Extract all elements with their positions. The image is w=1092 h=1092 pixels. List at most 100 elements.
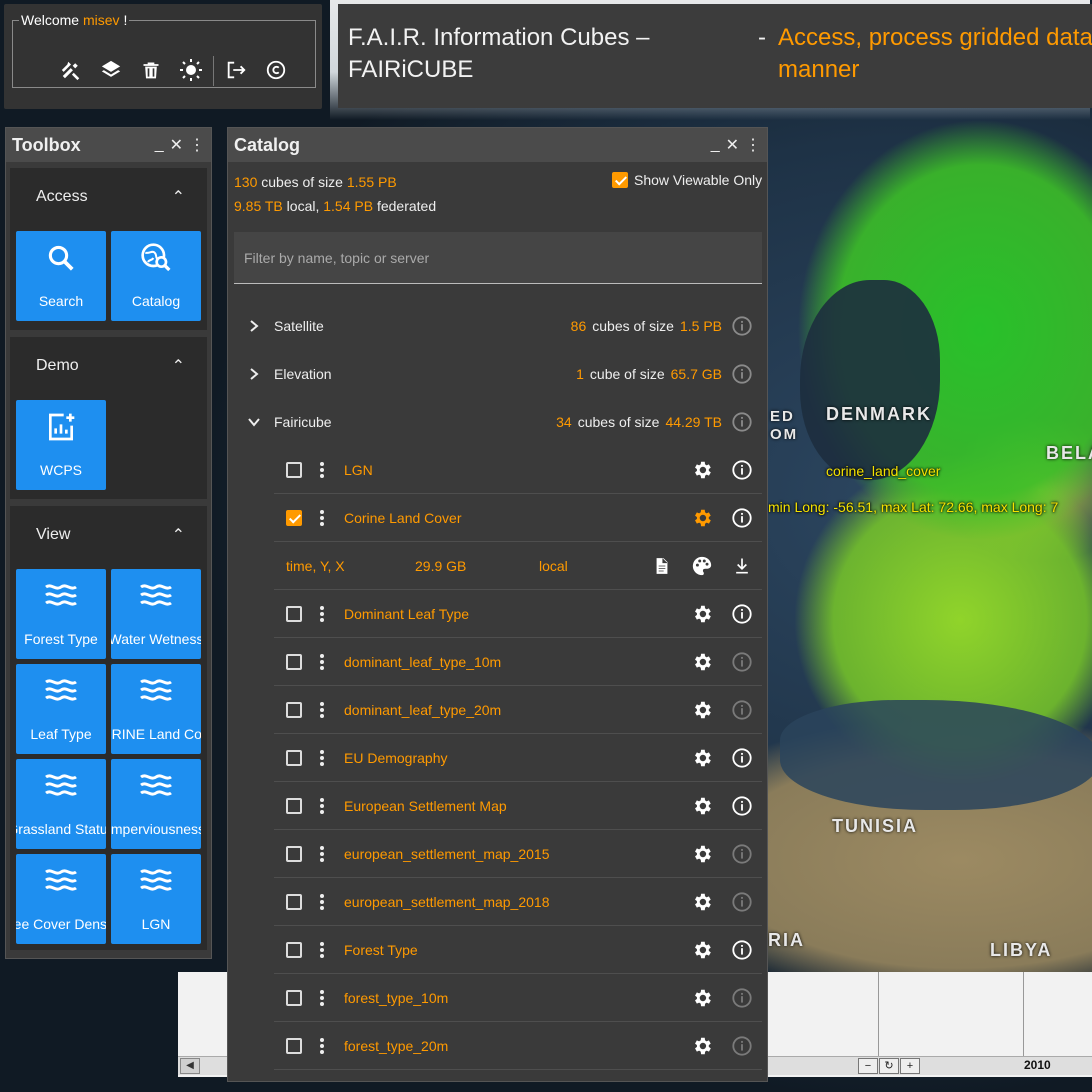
tile-imperviousness[interactable]: Imperviousness — [111, 759, 201, 849]
download-icon[interactable] — [722, 555, 762, 577]
chevron-up-icon[interactable]: ⌃ — [172, 187, 185, 207]
info-icon[interactable] — [722, 603, 762, 625]
item-checkbox[interactable] — [286, 989, 302, 1006]
item-name[interactable]: LGN — [330, 462, 682, 478]
item-name[interactable]: european_settlement_map_2015 — [330, 846, 682, 862]
gear-icon[interactable] — [682, 459, 722, 481]
tools-icon[interactable] — [51, 56, 91, 84]
gear-icon[interactable] — [682, 603, 722, 625]
more-vert-icon[interactable] — [314, 893, 330, 911]
gear-icon[interactable] — [682, 987, 722, 1009]
chevron-right-icon[interactable] — [234, 319, 274, 333]
timeline-left-arrow-icon[interactable]: ◀ — [180, 1058, 200, 1074]
minimize-icon[interactable]: _ — [155, 136, 164, 154]
gear-icon[interactable] — [682, 507, 722, 529]
gear-icon[interactable] — [682, 1035, 722, 1057]
catalog-item-corine-land-cover[interactable]: Corine Land Cover — [274, 494, 762, 542]
info-icon[interactable] — [722, 651, 762, 673]
gear-icon[interactable] — [682, 795, 722, 817]
info-icon[interactable] — [722, 411, 762, 433]
info-icon[interactable] — [722, 1035, 762, 1057]
show-viewable-checkbox[interactable] — [612, 172, 628, 188]
item-checkbox[interactable] — [286, 461, 302, 478]
logout-icon[interactable] — [216, 56, 256, 84]
tile-forest-type[interactable]: Forest Type — [16, 569, 106, 659]
tile-lgn[interactable]: LGN — [111, 854, 201, 944]
chevron-up-icon[interactable]: ⌃ — [172, 525, 185, 545]
catalog-group-fairicube[interactable]: Fairicube 34 cubes of size 44.29 TB — [234, 398, 762, 446]
more-vert-icon[interactable] — [314, 701, 330, 719]
section-header-demo[interactable]: Demo ⌃ — [10, 337, 207, 395]
item-checkbox[interactable] — [286, 893, 302, 910]
more-vert-icon[interactable] — [314, 989, 330, 1007]
chevron-right-icon[interactable] — [234, 367, 274, 381]
more-vert-icon[interactable] — [314, 509, 330, 527]
item-checkbox[interactable] — [286, 1037, 302, 1054]
info-icon[interactable] — [722, 891, 762, 913]
catalog-item-eu-demography[interactable]: EU Demography — [274, 734, 762, 782]
info-icon[interactable] — [722, 315, 762, 337]
catalog-filter[interactable] — [234, 232, 762, 284]
gear-icon[interactable] — [682, 891, 722, 913]
catalog-item-forest-type[interactable]: Forest Type — [274, 926, 762, 974]
tile-catalog[interactable]: Catalog — [111, 231, 201, 321]
item-checkbox[interactable] — [286, 653, 302, 670]
catalog-item-dominant-leaf-type[interactable]: Dominant Leaf Type — [274, 590, 762, 638]
more-vert-icon[interactable]: ⋮ — [189, 135, 205, 155]
timeline-zoom-out-icon[interactable]: − — [858, 1058, 878, 1074]
item-name[interactable]: dominant_leaf_type_20m — [330, 702, 682, 718]
copyright-icon[interactable] — [256, 56, 296, 84]
close-icon[interactable]: ✕ — [170, 135, 183, 155]
info-icon[interactable] — [722, 699, 762, 721]
catalog-group-elevation[interactable]: Elevation 1 cube of size 65.7 GB — [234, 350, 762, 398]
item-checkbox[interactable] — [286, 701, 302, 718]
more-vert-icon[interactable] — [314, 605, 330, 623]
gear-icon[interactable] — [682, 699, 722, 721]
item-name[interactable]: dominant_leaf_type_10m — [330, 654, 682, 670]
more-vert-icon[interactable] — [314, 1037, 330, 1055]
gear-icon[interactable] — [682, 747, 722, 769]
close-icon[interactable]: ✕ — [726, 135, 739, 155]
more-vert-icon[interactable] — [314, 749, 330, 767]
minimize-icon[interactable]: _ — [711, 136, 720, 154]
show-viewable-toggle[interactable]: Show Viewable Only — [612, 172, 762, 188]
item-name[interactable]: EU Demography — [330, 750, 682, 766]
info-icon[interactable] — [722, 363, 762, 385]
info-icon[interactable] — [722, 459, 762, 481]
item-name[interactable]: Forest Type — [330, 942, 682, 958]
catalog-titlebar[interactable]: Catalog _ ✕ ⋮ — [228, 128, 767, 162]
item-checkbox[interactable] — [286, 509, 302, 526]
item-name[interactable]: european_settlement_map_2018 — [330, 894, 682, 910]
chevron-up-icon[interactable]: ⌃ — [172, 356, 185, 376]
layers-icon[interactable] — [91, 56, 131, 84]
item-checkbox[interactable] — [286, 749, 302, 766]
chevron-down-icon[interactable] — [234, 415, 274, 429]
tile-corine-land-cover[interactable]: CORINE Land Cover — [111, 664, 201, 754]
item-checkbox[interactable] — [286, 941, 302, 958]
tile-grassland-status[interactable]: Grassland Status — [16, 759, 106, 849]
info-icon[interactable] — [722, 843, 762, 865]
document-icon[interactable] — [642, 555, 682, 577]
item-name[interactable]: forest_type_20m — [330, 1038, 682, 1054]
more-vert-icon[interactable] — [314, 797, 330, 815]
section-header-access[interactable]: Access ⌃ — [10, 168, 207, 226]
info-icon[interactable] — [722, 795, 762, 817]
gear-icon[interactable] — [682, 939, 722, 961]
more-vert-icon[interactable] — [314, 941, 330, 959]
info-icon[interactable] — [722, 747, 762, 769]
tile-wcps[interactable]: WCPS — [16, 400, 106, 490]
item-name[interactable]: Dominant Leaf Type — [330, 606, 682, 622]
catalog-item-dominant-leaf-type-20m[interactable]: dominant_leaf_type_20m — [274, 686, 762, 734]
catalog-item-european-settlement-map-2018[interactable]: european_settlement_map_2018 — [274, 878, 762, 926]
catalog-item-european-settlement-map[interactable]: European Settlement Map — [274, 782, 762, 830]
item-name[interactable]: European Settlement Map — [330, 798, 682, 814]
toolbox-titlebar[interactable]: Toolbox _ ✕ ⋮ — [6, 128, 211, 162]
timeline-reset-icon[interactable]: ↻ — [879, 1058, 899, 1074]
catalog-group-satellite[interactable]: Satellite 86 cubes of size 1.5 PB — [234, 302, 762, 350]
catalog-item-european-settlement-map-2015[interactable]: european_settlement_map_2015 — [274, 830, 762, 878]
gear-icon[interactable] — [682, 843, 722, 865]
item-checkbox[interactable] — [286, 797, 302, 814]
item-checkbox[interactable] — [286, 845, 302, 862]
section-header-view[interactable]: View ⌃ — [10, 506, 207, 564]
info-icon[interactable] — [722, 507, 762, 529]
